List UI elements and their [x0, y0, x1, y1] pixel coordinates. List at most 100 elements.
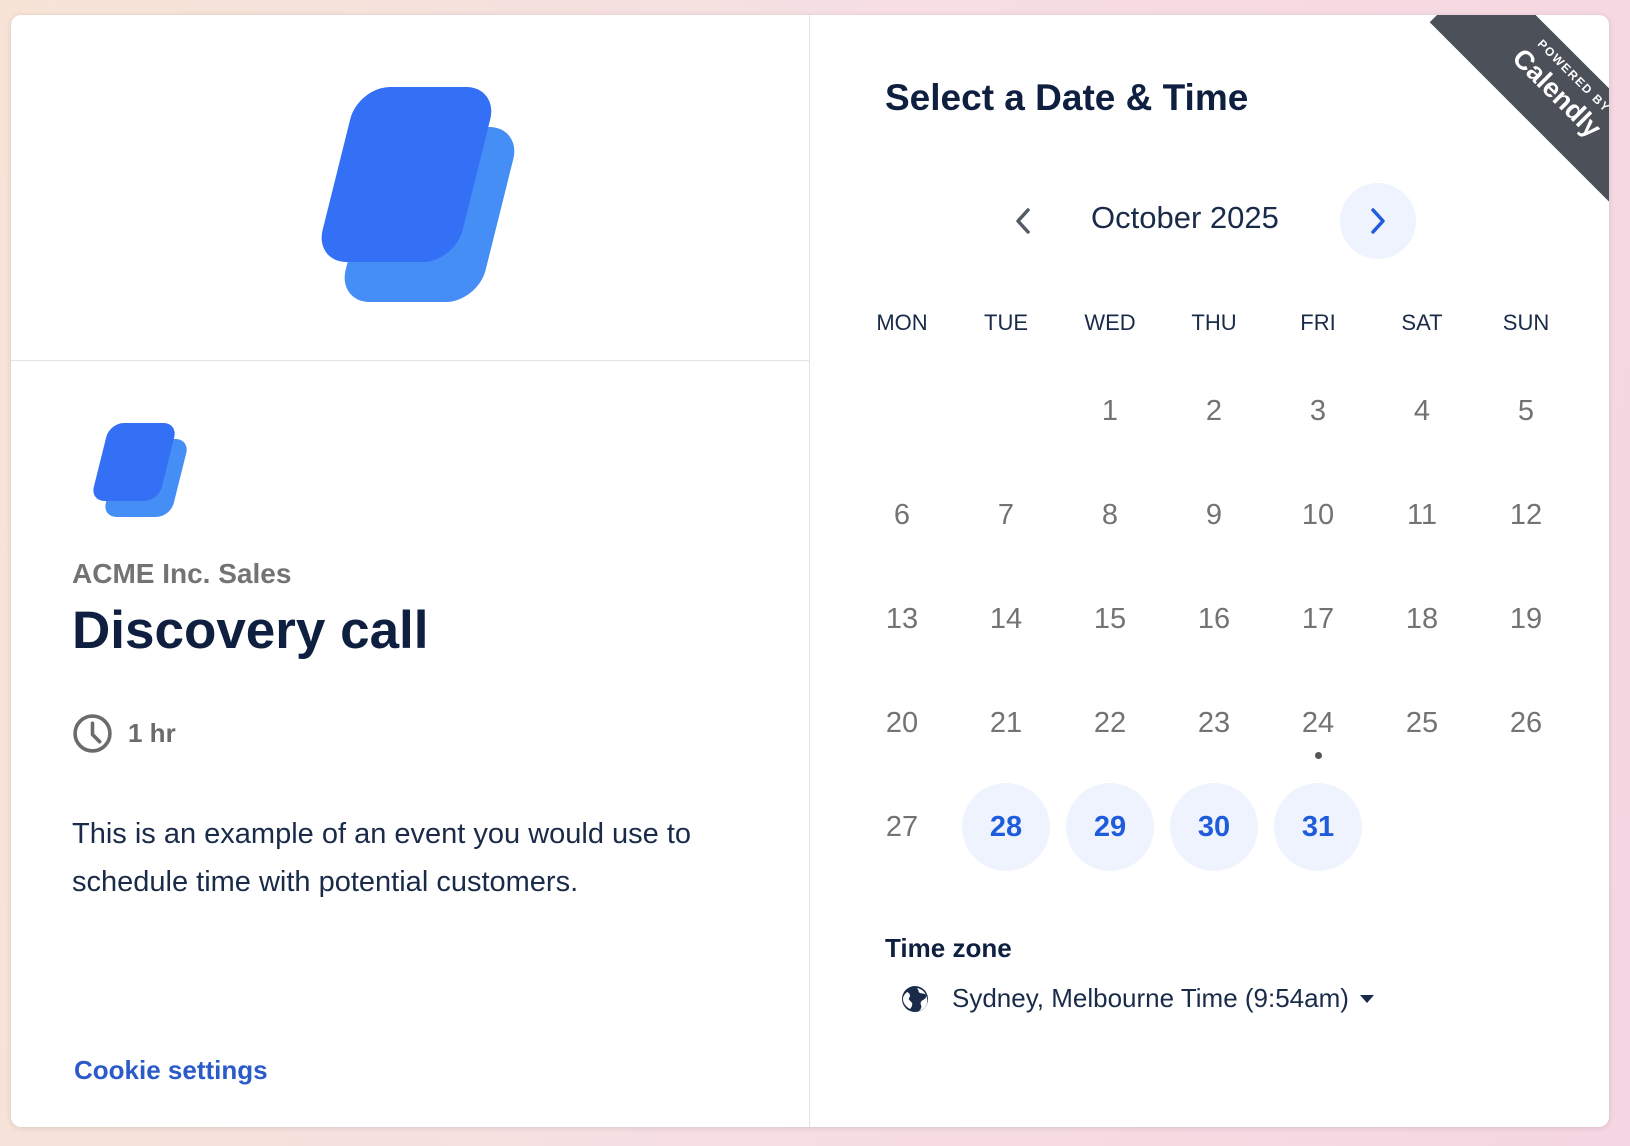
available-day-button[interactable]: 30 [1170, 783, 1258, 871]
event-duration: 1 hr [72, 713, 176, 754]
month-label: October 2025 [1091, 200, 1279, 235]
calendar-day: 4 [1413, 394, 1431, 427]
calendar-cell: 26 [1474, 671, 1578, 775]
date-time-panel: Select a Date & Time POWERED BY Calendly… [810, 15, 1609, 1127]
calendar-cell: 5 [1474, 359, 1578, 463]
calendar-cell: 8 [1058, 463, 1162, 567]
calendar-cell: 17 [1266, 567, 1370, 671]
calendar-cell: 11 [1370, 463, 1474, 567]
cookie-settings-link[interactable]: Cookie settings [74, 1055, 268, 1086]
timezone-label: Time zone [885, 933, 1012, 963]
available-day-button[interactable]: 31 [1274, 783, 1362, 871]
calendar-cell: 7 [954, 463, 1058, 567]
calendar-day: 8 [1101, 498, 1119, 531]
timezone-select[interactable]: Sydney, Melbourne Time (9:54am) [900, 983, 1375, 1014]
calendar-cell [954, 359, 1058, 463]
calendar-cell: 30 [1162, 775, 1266, 879]
weekday-label: SAT [1401, 310, 1443, 335]
calendar-day: 17 [1301, 602, 1335, 635]
calendar-day: 23 [1197, 706, 1231, 739]
calendar-cell: 14 [954, 567, 1058, 671]
event-title: Discovery call [72, 601, 429, 660]
calendar-cell: 23 [1162, 671, 1266, 775]
month-navigation: October 2025 [985, 183, 1416, 259]
calendar-day: 20 [885, 706, 919, 739]
chevron-left-icon [1016, 208, 1030, 234]
globe-icon [902, 985, 928, 1012]
calendar-cell: 15 [1058, 567, 1162, 671]
weekday-label: WED [1084, 310, 1136, 335]
calendar-day: 27 [885, 810, 919, 843]
timezone-value: Sydney, Melbourne Time (9:54am) [952, 983, 1349, 1013]
event-details-panel: ACME Inc. Sales Discovery call 1 hr This… [11, 15, 810, 1127]
calendar-day: 2 [1205, 394, 1223, 427]
calendar-day: 21 [989, 706, 1023, 739]
calendar-cell: 10 [1266, 463, 1370, 567]
calendar-day: 26 [1509, 706, 1543, 739]
calendar-day: 10 [1301, 498, 1335, 531]
calendar-cell: 22 [1058, 671, 1162, 775]
calendar-cell: 3 [1266, 359, 1370, 463]
calendar-day: 16 [1197, 602, 1231, 635]
calendar-day: 5 [1517, 394, 1535, 427]
calendar-day: 6 [893, 498, 911, 531]
weekday-label: FRI [1300, 310, 1336, 335]
available-day-button[interactable]: 29 [1066, 783, 1154, 871]
calendar-cell: 4 [1370, 359, 1474, 463]
calendar-cell: 31 [1266, 775, 1370, 879]
calendar-cell: 9 [1162, 463, 1266, 567]
weekday-label: THU [1191, 310, 1237, 335]
organization-name: ACME Inc. Sales [72, 558, 292, 589]
calendar-cell: 18 [1370, 567, 1474, 671]
calendar-day: 19 [1509, 602, 1543, 635]
calendar-cell: 25 [1370, 671, 1474, 775]
company-logo [321, 87, 515, 302]
calendar-day: 1 [1101, 394, 1119, 427]
calendar-day: 11 [1406, 498, 1438, 531]
calendar-cell: 2 [1162, 359, 1266, 463]
badge-brand: Calendly [1506, 42, 1608, 144]
calendar-cell [850, 359, 954, 463]
event-description: This is an example of an event you would… [72, 818, 692, 898]
calendar-cell: 28 [954, 775, 1058, 879]
calendar-day: 12 [1509, 498, 1543, 531]
booking-card: ACME Inc. Sales Discovery call 1 hr This… [11, 15, 1609, 1127]
calendar-day: 25 [1405, 706, 1439, 739]
calendar-cell: 24 [1266, 671, 1370, 775]
calendar-cell: 21 [954, 671, 1058, 775]
calendar-cell: 29 [1058, 775, 1162, 879]
clock-icon [73, 714, 112, 753]
weekday-label: MON [876, 310, 928, 335]
powered-by-calendly-badge[interactable]: POWERED BY Calendly [1399, 15, 1609, 225]
calendar-grid: 1 2 3 4 5 6 7 8 9 10 11 12 13 14 15 16 17 18 19 20 21 22 23 24 2… [850, 359, 1578, 879]
calendar-cell: 20 [850, 671, 954, 775]
calendar-cell: 6 [850, 463, 954, 567]
chevron-right-icon [1371, 208, 1385, 234]
today-indicator [1315, 752, 1322, 759]
calendar-day: 18 [1405, 602, 1439, 635]
calendar-cell: 13 [850, 567, 954, 671]
calendar-day: 9 [1205, 498, 1223, 531]
calendar-cell: 16 [1162, 567, 1266, 671]
calendar-cell: 27 [850, 775, 954, 879]
calendar-day: 15 [1093, 602, 1127, 635]
calendar-day: 14 [989, 602, 1023, 635]
duration-label: 1 hr [128, 718, 176, 748]
calendar-day: 3 [1309, 394, 1327, 427]
calendar-day: 22 [1093, 706, 1127, 739]
calendar-day: 7 [997, 498, 1015, 531]
calendar-day: 13 [885, 602, 919, 635]
next-month-button[interactable] [1340, 183, 1416, 259]
calendar-cell: 19 [1474, 567, 1578, 671]
weekday-label: SUN [1502, 310, 1550, 335]
previous-month-button[interactable] [985, 183, 1061, 259]
calendar-cell: 1 [1058, 359, 1162, 463]
organizer-avatar-logo [93, 423, 187, 517]
weekday-label: TUE [984, 310, 1028, 335]
weekday-header: MON TUE WED THU FRI SAT SUN [850, 310, 1578, 336]
badge-band: POWERED BY Calendly [1429, 15, 1609, 221]
caret-down-icon [1359, 994, 1374, 1003]
available-day-button[interactable]: 28 [962, 783, 1050, 871]
calendar-cell: 12 [1474, 463, 1578, 567]
panel-title: Select a Date & Time [885, 77, 1249, 118]
